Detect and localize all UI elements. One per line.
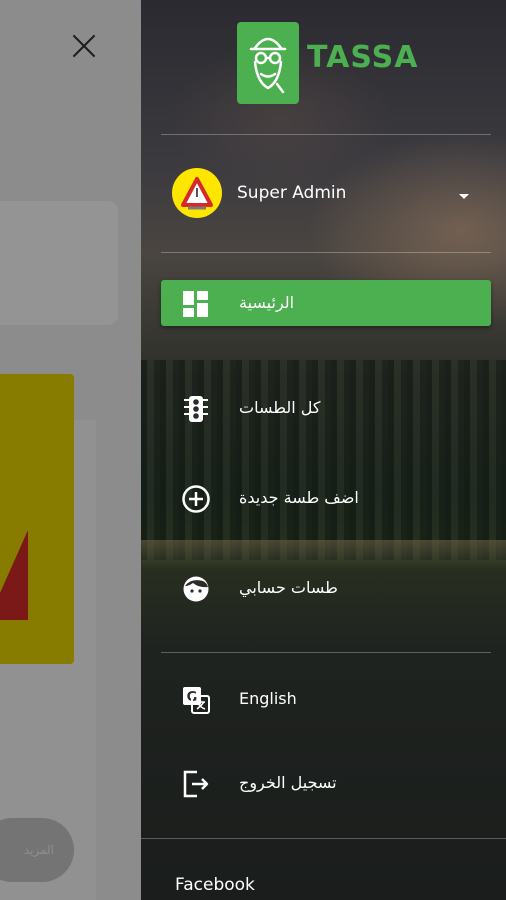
add-circle-icon <box>181 484 211 514</box>
translate-icon: G <box>181 685 211 715</box>
app-name: TASSA <box>307 40 419 75</box>
menu-item-home[interactable]: الرئيسية <box>161 280 491 326</box>
navigation-drawer: TASSA Super Admin الرئيسية كل الطسات اضف… <box>141 0 506 900</box>
menu-item-logout[interactable]: تسجيل الخروج <box>161 760 491 806</box>
face-icon <box>181 574 211 604</box>
divider <box>161 652 491 653</box>
logout-icon <box>181 769 211 799</box>
menu-item-label: طسات حسابي <box>239 578 338 597</box>
dashboard-icon <box>181 289 211 319</box>
menu-item-add[interactable]: اضف طسة جديدة <box>161 475 491 521</box>
menu-item-label: تسجيل الخروج <box>239 773 337 792</box>
menu-item-my-account[interactable]: طسات حسابي <box>161 565 491 611</box>
avatar[interactable] <box>172 168 222 218</box>
traffic-light-icon <box>181 394 211 424</box>
menu-item-language[interactable]: G English <box>161 676 491 722</box>
facebook-link[interactable]: Facebook <box>175 875 255 895</box>
user-name[interactable]: Super Admin <box>237 183 346 203</box>
menu-item-label: English <box>239 689 297 708</box>
app-logo-icon <box>237 22 299 104</box>
divider <box>161 134 491 135</box>
chevron-down-icon[interactable] <box>459 194 469 199</box>
menu-item-label: الرئيسية <box>239 293 295 312</box>
menu-item-label: كل الطسات <box>239 398 321 417</box>
divider <box>141 838 506 839</box>
menu-item-all[interactable]: كل الطسات <box>161 385 491 431</box>
divider <box>161 252 491 253</box>
menu-item-label: اضف طسة جديدة <box>239 488 359 507</box>
